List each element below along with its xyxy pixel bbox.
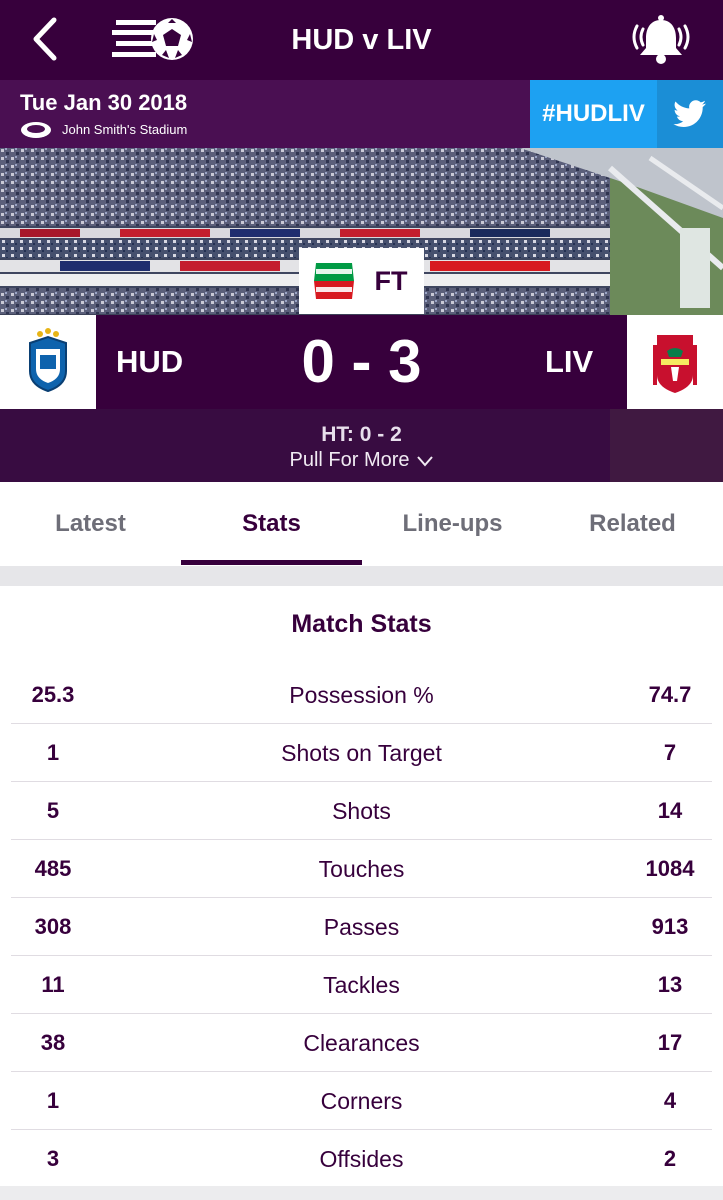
match-status: FT (374, 266, 408, 296)
away-stat-value: 1084 (645, 856, 695, 881)
halftime-score: HT: 0 - 2 (321, 423, 402, 446)
away-stat-value: 4 (663, 1088, 677, 1113)
section-divider (0, 566, 723, 586)
stat-row: 1 Corners 4 (11, 1072, 712, 1130)
stat-label: Shots on Target (281, 740, 442, 766)
match-date: Tue Jan 30 2018 (20, 90, 188, 115)
tab-stats[interactable]: Stats (181, 482, 362, 566)
page-title: HUD v LIV (291, 24, 432, 56)
full-time-badge: FT (299, 248, 424, 314)
match-stats-title: Match Stats (291, 610, 432, 638)
liverpool-crest-icon (653, 335, 697, 393)
stat-label: Tackles (323, 972, 400, 998)
stat-row: 11 Tackles 13 (11, 956, 712, 1014)
twitter-box (657, 80, 723, 148)
back-button[interactable] (22, 14, 72, 64)
tab-latest[interactable]: Latest (0, 482, 181, 566)
pull-for-more-button[interactable]: Pull For More (0, 449, 723, 472)
notifications-button[interactable] (628, 10, 694, 70)
huddersfield-crest-icon (29, 328, 67, 393)
stat-row: 3 Offsides 2 (11, 1130, 712, 1188)
match-stats-panel: Match Stats 25.3 Possession % 74.7 1 Sho… (0, 586, 723, 1200)
home-stat-value: 308 (34, 914, 72, 939)
stat-label: Passes (323, 914, 400, 940)
stat-label: Touches (318, 856, 405, 882)
tag-heuer-logo (312, 261, 356, 301)
tab-bar: Latest Stats Line-ups Related (0, 482, 723, 566)
match-info-strip: Tue Jan 30 2018 John Smith's Stadium (0, 80, 530, 148)
home-stat-value: 1 (46, 740, 60, 765)
halftime-band: HT: 0 - 2 Pull For More (0, 409, 723, 482)
match-hero: Tue Jan 30 2018 John Smith's Stadium #HU… (0, 80, 723, 482)
stat-label: Shots (332, 798, 391, 824)
hashtag-label: #HUDLIV (530, 80, 657, 148)
away-stat-value: 17 (657, 1030, 683, 1055)
away-stat-value: 74.7 (648, 682, 692, 707)
home-stat-value: 485 (34, 856, 72, 881)
chevron-down-icon (416, 456, 433, 467)
stat-row: 308 Passes 913 (11, 898, 712, 956)
stat-label: Corners (320, 1088, 403, 1114)
stat-label: Clearances (303, 1030, 420, 1056)
away-stat-value: 14 (657, 798, 683, 823)
stat-label: Offsides (319, 1146, 404, 1172)
away-team-abbr: LIV (545, 344, 594, 379)
app-header: HUD v LIV (0, 0, 723, 80)
premier-league-logo[interactable] (112, 14, 196, 64)
away-stat-value: 13 (657, 972, 683, 997)
home-stat-value: 3 (46, 1146, 60, 1171)
home-stat-value: 25.3 (31, 682, 75, 707)
stadium-icon (21, 122, 51, 138)
home-stat-value: 11 (41, 972, 65, 997)
away-stat-value: 913 (651, 914, 689, 939)
away-stat-value: 2 (663, 1146, 677, 1171)
home-stat-value: 1 (46, 1088, 60, 1113)
away-crest[interactable] (627, 315, 723, 409)
stat-label: Possession % (289, 682, 434, 708)
bell-ringing-icon (632, 15, 690, 64)
home-team-abbr: HUD (116, 344, 184, 379)
tab-line-ups[interactable]: Line-ups (362, 482, 543, 566)
active-tab-indicator (181, 560, 362, 565)
hashtag-twitter-button[interactable]: #HUDLIV (530, 80, 723, 148)
away-stat-value: 7 (663, 740, 677, 765)
stat-row: 485 Touches 1084 (11, 840, 712, 898)
home-stat-value: 5 (46, 798, 60, 823)
stat-row: 25.3 Possession % 74.7 (11, 666, 712, 724)
stat-row: 1 Shots on Target 7 (11, 724, 712, 782)
home-stat-value: 38 (40, 1030, 66, 1055)
pull-for-more-label: Pull For More (289, 449, 410, 471)
stat-row: 38 Clearances 17 (11, 1014, 712, 1072)
tab-related[interactable]: Related (542, 482, 723, 566)
final-score: 0 - 3 (301, 328, 422, 395)
bottom-edge (0, 1186, 723, 1200)
chevron-left-icon (33, 17, 57, 61)
twitter-icon (673, 100, 706, 127)
venue-name: John Smith's Stadium (62, 122, 188, 137)
scoreboard: HUD 0 - 3 LIV (0, 315, 723, 409)
stat-row: 5 Shots 14 (11, 782, 712, 840)
home-crest[interactable] (0, 315, 96, 409)
